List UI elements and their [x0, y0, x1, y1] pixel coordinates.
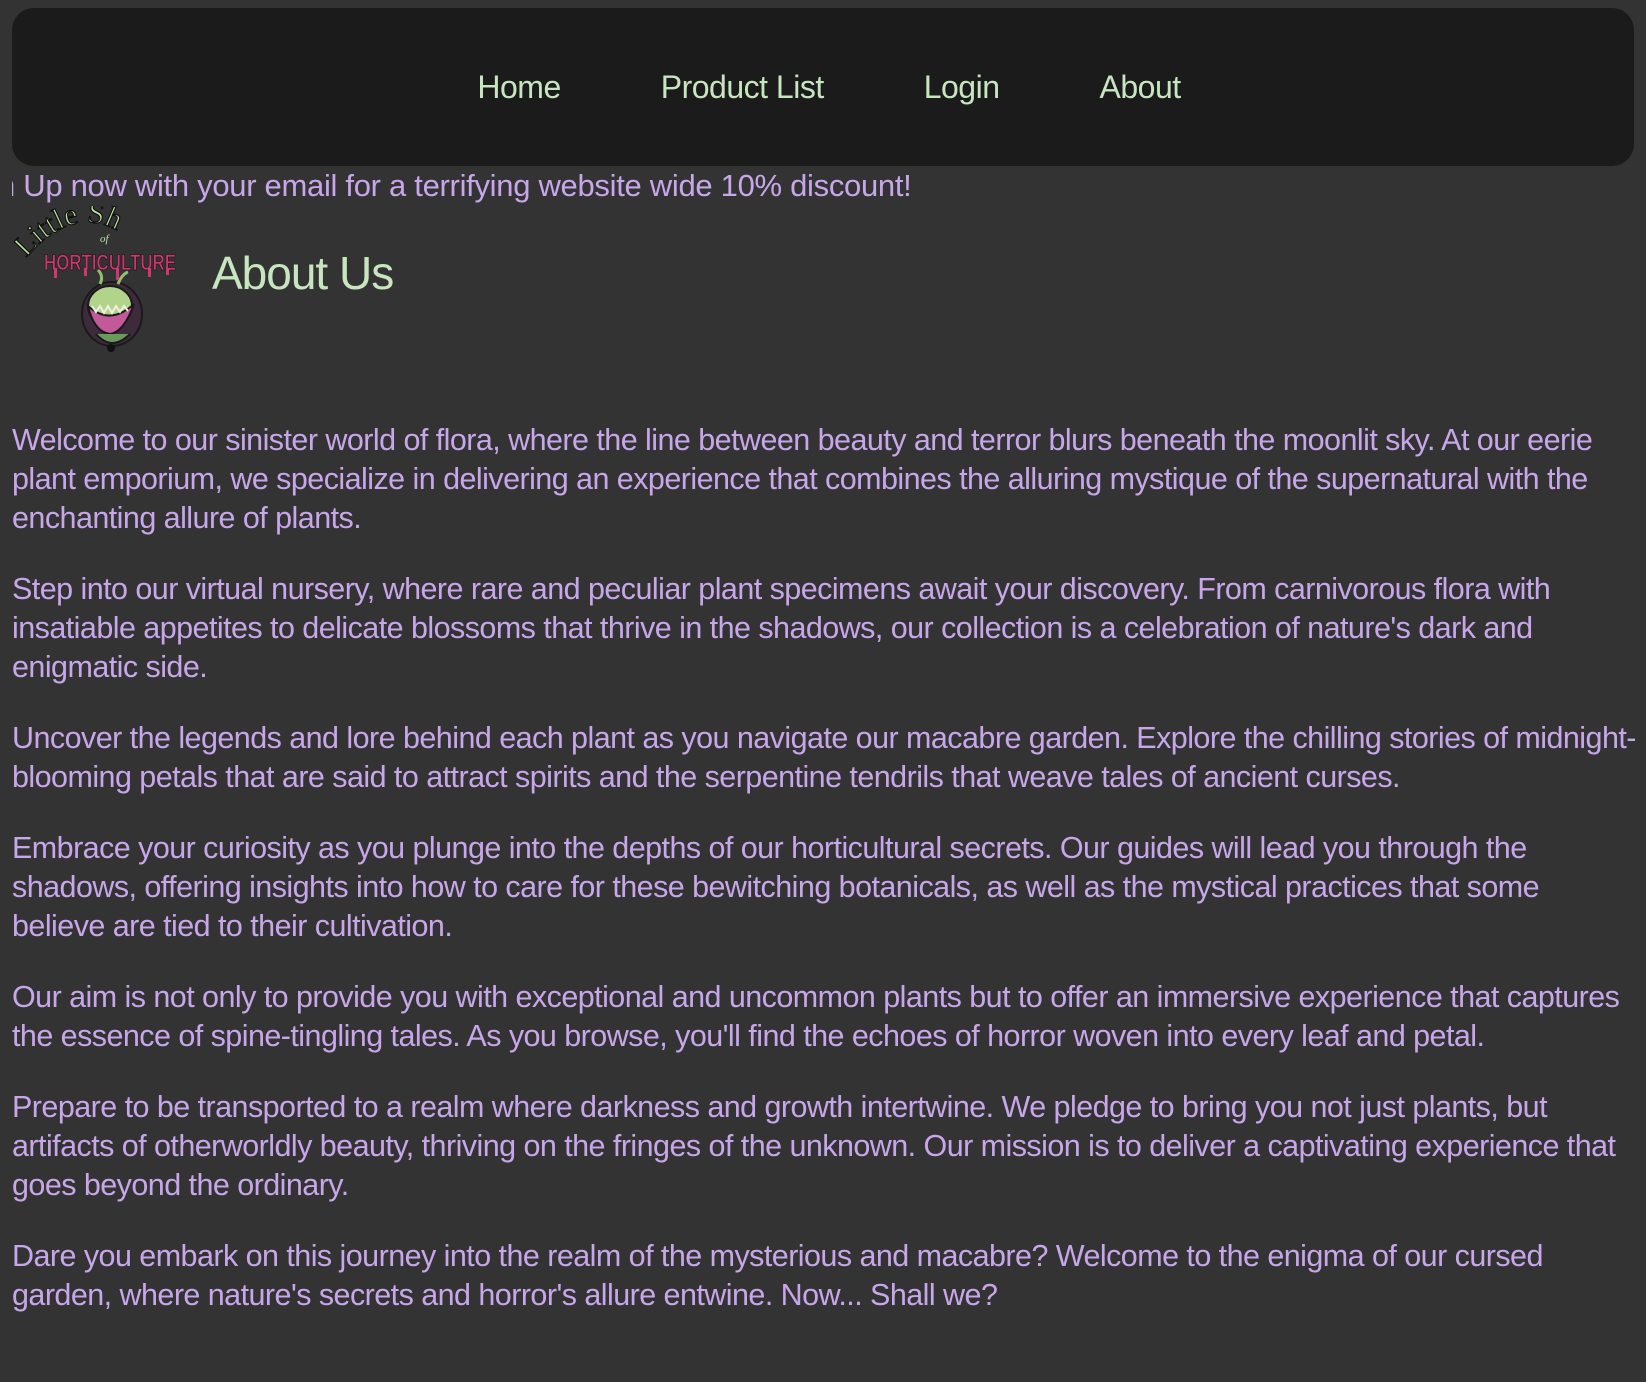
nav-link-login[interactable]: Login [924, 69, 1000, 106]
logo-text-of: of [100, 233, 111, 245]
about-paragraph-5: Our aim is not only to provide you with … [12, 980, 1620, 1053]
nav-links: Home Product List Login About [477, 69, 1182, 106]
top-navigation-bar: Home Product List Login About [12, 8, 1634, 166]
page-title: About Us [212, 247, 394, 299]
nav-link-product-list[interactable]: Product List [661, 69, 824, 106]
logo-text-horticulture: HORTICULTURE [44, 250, 176, 275]
flytrap-icon [81, 268, 143, 352]
shop-logo[interactable]: Little Shop of HORTICULTURE [6, 179, 204, 371]
page-header: Little Shop of HORTICULTURE About Us [6, 179, 394, 376]
about-content: Welcome to our sinister world of flora, … [12, 421, 1637, 1347]
shop-logo-graphic: Little Shop of HORTICULTURE [6, 179, 176, 352]
nav-link-home[interactable]: Home [477, 69, 561, 106]
about-paragraph-4: Embrace your curiosity as you plunge int… [12, 831, 1540, 943]
about-paragraph-7: Dare you embark on this journey into the… [12, 1239, 1543, 1312]
about-paragraph-2: Step into our virtual nursery, where rar… [12, 572, 1551, 684]
about-paragraph-3: Uncover the legends and lore behind each… [12, 721, 1636, 794]
about-paragraph-1: Welcome to our sinister world of flora, … [12, 423, 1593, 535]
discount-marquee-text: n Up now with your email for a terrifyin… [12, 168, 912, 203]
nav-link-about[interactable]: About [1100, 69, 1182, 106]
about-paragraph-6: Prepare to be transported to a realm whe… [12, 1090, 1616, 1202]
discount-marquee: n Up now with your email for a terrifyin… [12, 164, 1634, 208]
